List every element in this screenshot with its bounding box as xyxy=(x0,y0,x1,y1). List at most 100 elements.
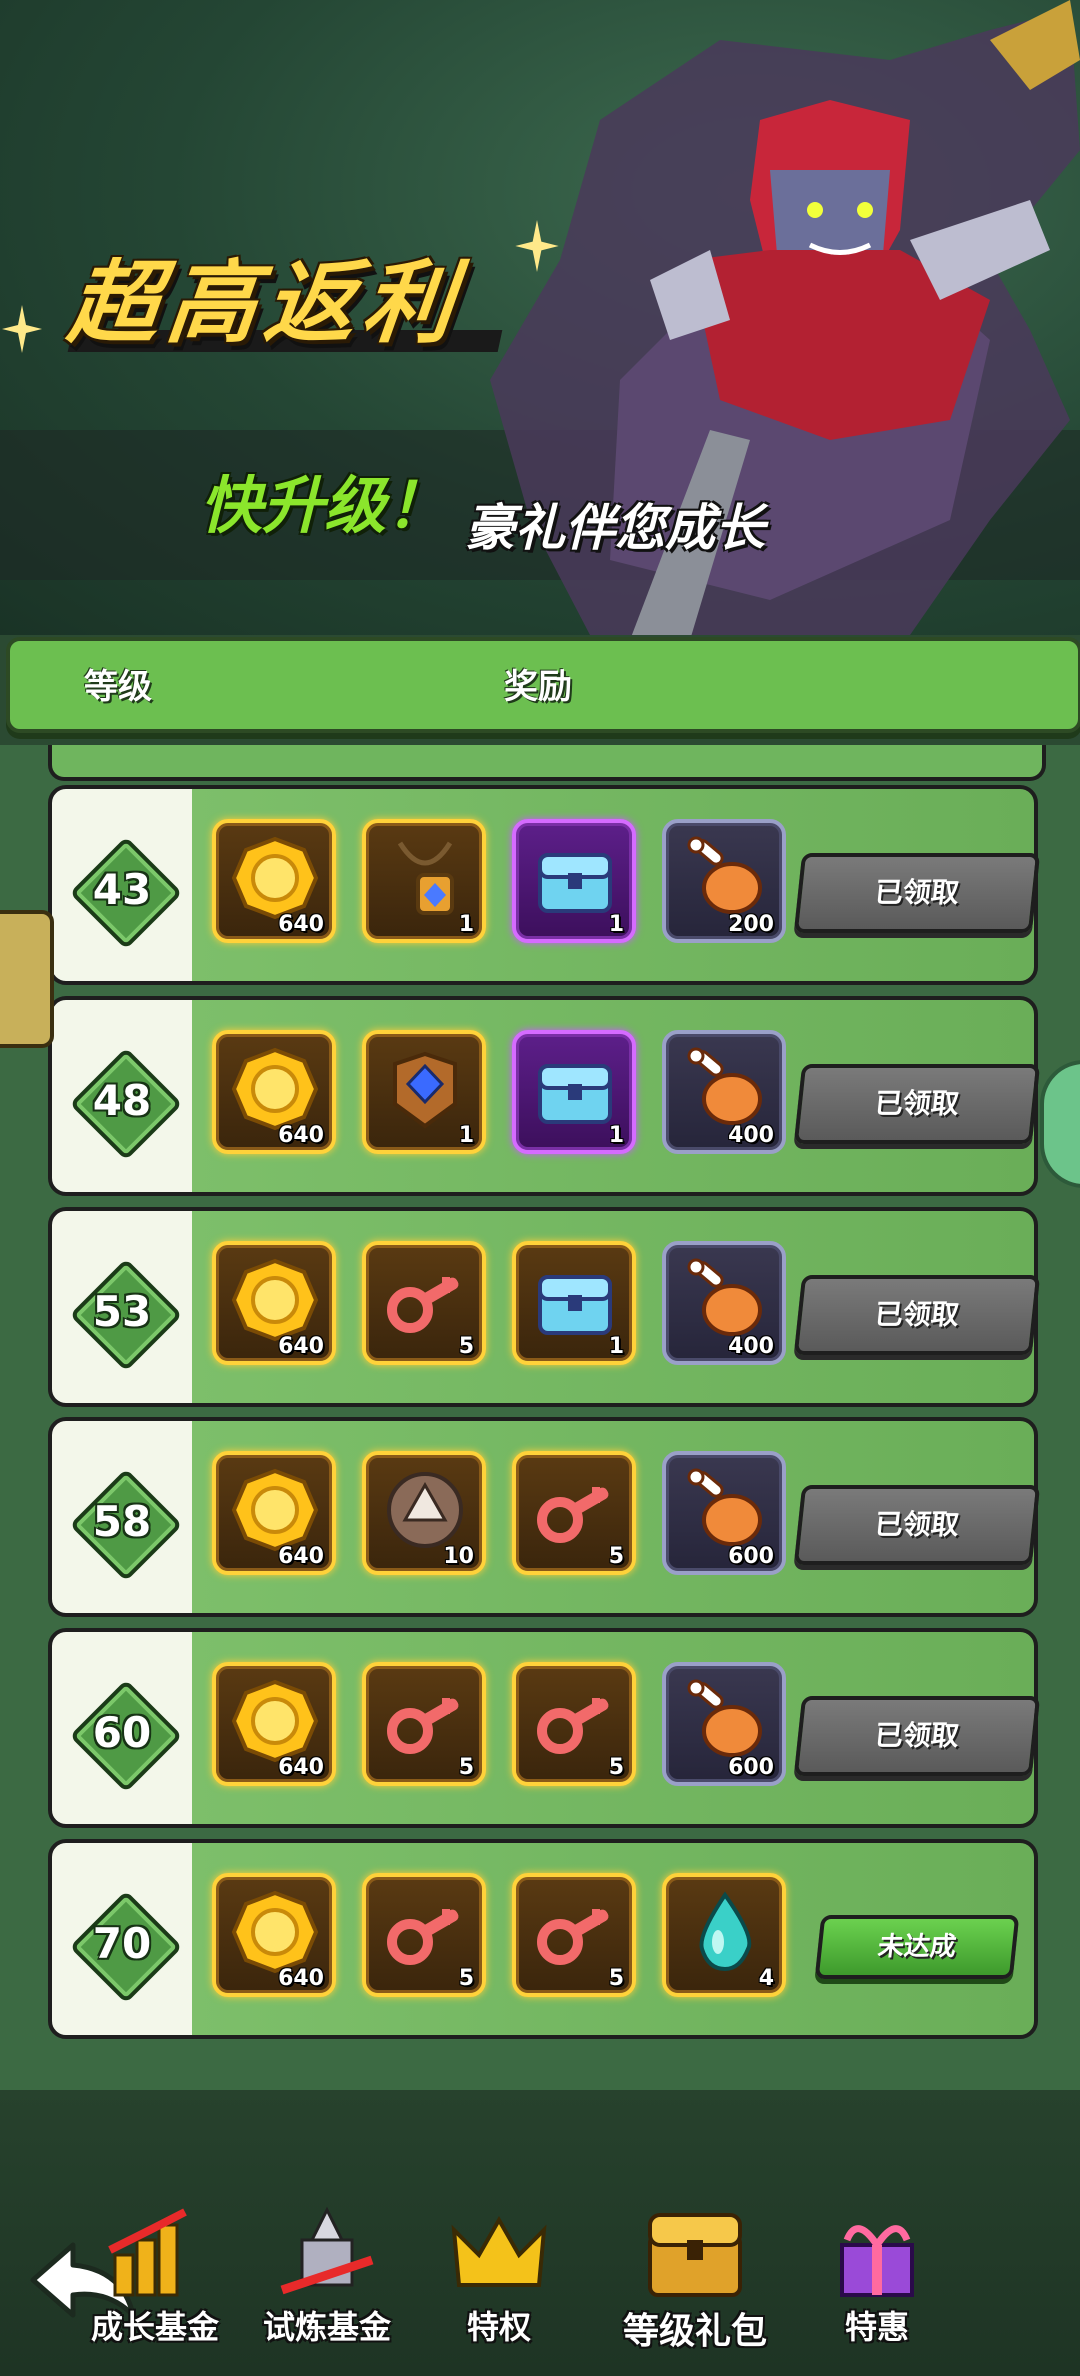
level-number: 43 xyxy=(92,865,152,914)
reward-item[interactable]: 640 xyxy=(212,1029,336,1154)
trial-fund-icon xyxy=(280,2206,374,2295)
reward-item[interactable]: 400 xyxy=(662,1240,786,1365)
table-header: 等级 奖励 xyxy=(6,637,1080,733)
level-number: 70 xyxy=(92,1918,152,1968)
reward-item[interactable]: 5 xyxy=(512,1662,636,1786)
claimed-button[interactable]: 已领取 xyxy=(793,1485,1041,1566)
reward-item[interactable]: 5 xyxy=(362,1872,486,1997)
level-number: 60 xyxy=(92,1708,152,1757)
item-quantity: 640 xyxy=(278,1755,324,1780)
tab-label: 特惠 xyxy=(844,2308,909,2346)
key-icon xyxy=(387,1908,459,1965)
tab-trial-fund[interactable]: 试炼基金 xyxy=(242,2200,412,2350)
key-icon xyxy=(537,1487,609,1544)
crown-icon xyxy=(451,2215,547,2287)
reward-item[interactable]: 1 xyxy=(362,819,486,943)
reward-item[interactable]: 5 xyxy=(512,1451,636,1576)
key-icon xyxy=(387,1276,459,1333)
tab-label: 等级礼包 xyxy=(622,2311,767,2352)
item-quantity: 5 xyxy=(608,1544,624,1570)
reward-item[interactable]: 1 xyxy=(362,1029,486,1154)
gold-coin-icon xyxy=(231,1258,319,1341)
tab-label: 成长基金 xyxy=(90,2308,219,2346)
reward-item[interactable]: 640 xyxy=(212,819,336,943)
reward-row: 48 640 1 1 400 已领取 xyxy=(48,995,1041,1196)
reward-item[interactable]: 600 xyxy=(662,1451,786,1576)
drumstick-icon xyxy=(687,1258,762,1336)
tab-growth-fund[interactable]: 成长基金 xyxy=(70,2200,240,2350)
item-quantity: 1 xyxy=(458,912,474,937)
claw-orb-icon xyxy=(387,1472,463,1549)
item-quantity: 200 xyxy=(728,912,774,937)
item-quantity: 1 xyxy=(608,1122,624,1148)
reward-item[interactable]: 400 xyxy=(662,1029,786,1154)
gold-coin-icon xyxy=(231,836,319,920)
tab-treasure-chest[interactable]: 等级礼包 xyxy=(595,2200,795,2352)
item-quantity: 600 xyxy=(728,1544,774,1570)
level-badge: 60 xyxy=(69,1679,183,1793)
reward-item[interactable]: 1 xyxy=(512,819,636,943)
chest-icon xyxy=(538,1063,612,1124)
list-item-partial xyxy=(48,745,1046,781)
amulet-icon xyxy=(397,841,454,915)
reward-list[interactable]: 43 640 1 1 200 已领取 48 640 1 1 400 已领取 53 640 5 1 400 已领取 5… xyxy=(0,745,1080,2090)
level-badge: 48 xyxy=(69,1047,183,1161)
tab-gift-box[interactable]: 特惠 xyxy=(792,2200,962,2350)
banner-title: 超高返利 xyxy=(63,251,467,356)
reward-item[interactable]: 5 xyxy=(362,1240,486,1365)
drumstick-icon xyxy=(687,1679,762,1757)
level-badge: 58 xyxy=(69,1468,183,1582)
side-bus-icon[interactable] xyxy=(0,910,54,1048)
armor-icon xyxy=(393,1051,457,1129)
item-quantity: 640 xyxy=(278,1965,324,1991)
claimed-button[interactable]: 已领取 xyxy=(793,853,1041,933)
level-badge: 53 xyxy=(69,1257,183,1372)
item-quantity: 5 xyxy=(458,1965,474,1991)
banner-subtitle-white: 豪礼伴您成长 xyxy=(465,499,765,557)
sparkle-icon xyxy=(515,220,559,272)
reward-item[interactable]: 5 xyxy=(362,1662,486,1786)
reward-item[interactable]: 200 xyxy=(662,819,786,943)
gold-coin-icon xyxy=(231,1890,319,1973)
item-quantity: 5 xyxy=(608,1965,624,1991)
item-quantity: 640 xyxy=(278,1333,324,1359)
claimed-button[interactable]: 已领取 xyxy=(793,1696,1041,1776)
claimed-button[interactable]: 已领取 xyxy=(793,1063,1041,1144)
level-badge: 43 xyxy=(69,836,183,950)
claimed-button[interactable]: 已领取 xyxy=(793,1274,1041,1355)
item-quantity: 400 xyxy=(728,1333,774,1359)
key-icon xyxy=(537,1908,609,1965)
reward-row: 70 640 5 5 4 未达成 xyxy=(48,1838,1038,2039)
reward-item[interactable]: 600 xyxy=(662,1662,786,1786)
banner-subtitle-green: 快升级！ xyxy=(200,469,449,542)
item-quantity: 5 xyxy=(608,1755,624,1780)
hero-banner: 超高返利 快升级！ 豪礼伴您成长 xyxy=(0,0,1080,635)
reward-item[interactable]: 10 xyxy=(362,1451,486,1576)
item-quantity: 600 xyxy=(728,1755,774,1780)
reward-item[interactable]: 640 xyxy=(212,1872,336,1997)
level-number: 58 xyxy=(92,1497,152,1547)
chest-icon xyxy=(538,853,612,913)
item-quantity: 10 xyxy=(443,1544,474,1570)
item-quantity: 4 xyxy=(758,1965,774,1991)
item-quantity: 1 xyxy=(608,912,624,937)
reward-row: 53 640 5 1 400 已领取 xyxy=(48,1206,1041,1407)
reward-item[interactable]: 640 xyxy=(212,1451,336,1576)
item-quantity: 5 xyxy=(458,1333,474,1359)
reward-item[interactable]: 640 xyxy=(212,1240,336,1365)
tab-crown[interactable]: 特权 xyxy=(414,2200,584,2350)
item-quantity: 640 xyxy=(278,1122,324,1148)
not-reached-button[interactable]: 未达成 xyxy=(814,1914,1020,1979)
reward-item[interactable]: 1 xyxy=(512,1029,636,1154)
item-quantity: 5 xyxy=(458,1755,474,1780)
level-number: 48 xyxy=(92,1075,152,1125)
reward-item[interactable]: 640 xyxy=(212,1662,336,1786)
reward-item[interactable]: 1 xyxy=(512,1240,636,1365)
gold-coin-icon xyxy=(231,1469,319,1552)
key-icon xyxy=(537,1698,609,1754)
tab-label: 试炼基金 xyxy=(262,2308,391,2346)
drumstick-icon xyxy=(687,836,762,914)
reward-item[interactable]: 5 xyxy=(512,1872,636,1997)
growth-fund-icon xyxy=(108,2208,187,2297)
reward-item[interactable]: 4 xyxy=(662,1872,786,1997)
